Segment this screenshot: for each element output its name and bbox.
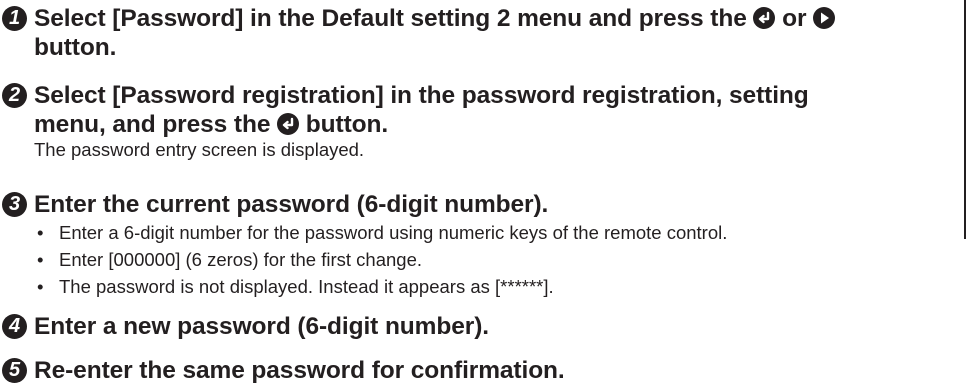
step-1-heading-line2: button. [34, 34, 117, 61]
step-5-number: 5 [2, 358, 27, 383]
step-1-heading: Select [Password] in the Default setting… [34, 4, 959, 62]
step-3-bullet-3: • The password is not displayed. Instead … [37, 276, 554, 298]
step-3-bullet-1: • Enter a 6-digit number for the password… [37, 222, 727, 244]
bullet-marker: • [37, 276, 44, 297]
step-4-number: 4 [2, 314, 27, 339]
step-2-heading-line2-end: button. [305, 111, 389, 138]
enter-button-icon [277, 113, 300, 135]
step-4-heading: Enter a new password (6-digit number). [34, 313, 489, 340]
step-1-number: 1 [2, 6, 27, 31]
page-edge-rule [964, 0, 966, 239]
step-2-heading-line2: menu, and press the [34, 111, 271, 138]
step-2-heading: Select [Password registration] in the pa… [34, 81, 959, 139]
bullet-text: Enter [000000] (6 zeros) for the first c… [59, 249, 422, 270]
step-1-or-text: or [782, 5, 807, 32]
step-2-heading-line1: Select [Password registration] in the pa… [34, 82, 809, 109]
step-1-heading-text: Select [Password] in the Default setting… [34, 5, 747, 32]
step-3-number: 3 [2, 192, 27, 217]
bullet-text: Enter a 6-digit number for the password … [59, 222, 728, 243]
right-arrow-button-icon [813, 7, 836, 29]
step-2-number: 2 [2, 83, 27, 108]
enter-button-icon [753, 7, 776, 29]
step-3-heading: Enter the current password (6-digit numb… [34, 191, 549, 218]
step-2-body: The password entry screen is displayed. [34, 139, 365, 160]
step-3-bullet-2: • Enter [000000] (6 zeros) for the first … [37, 249, 422, 271]
bullet-text: The password is not displayed. Instead i… [59, 276, 554, 297]
bullet-marker: • [37, 249, 44, 270]
step-5-heading: Re-enter the same password for confirmat… [34, 357, 565, 384]
bullet-marker: • [37, 222, 44, 243]
